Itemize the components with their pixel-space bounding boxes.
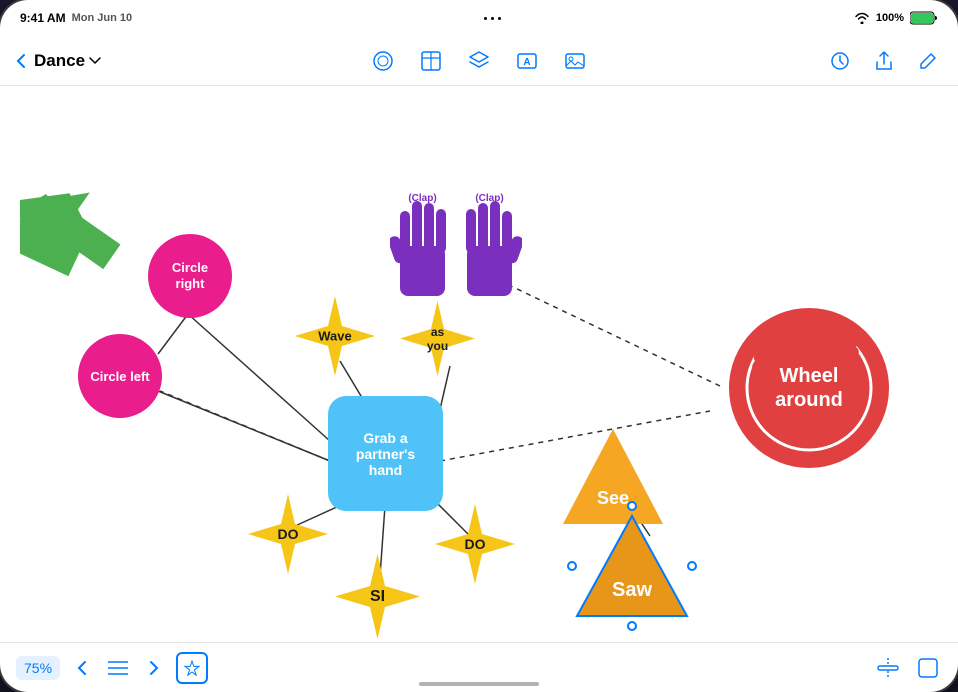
table-tool-icon[interactable] — [417, 47, 445, 75]
handle-left[interactable] — [567, 561, 577, 571]
document-title[interactable]: Dance — [34, 51, 101, 71]
wave-shape[interactable]: Wave — [295, 296, 375, 376]
toolbar: Dance A — [0, 36, 958, 86]
shape-tool-icon[interactable] — [369, 47, 397, 75]
image-tool-icon[interactable] — [561, 47, 589, 75]
saw-shape[interactable]: Saw — [572, 506, 692, 626]
handle-top[interactable] — [627, 501, 637, 511]
do-left-label: DO — [278, 526, 299, 542]
bottom-left: 75% — [16, 652, 208, 684]
battery-icon — [910, 11, 938, 25]
right-hand: (Clap) — [457, 191, 522, 311]
wave-label: Wave — [318, 329, 351, 344]
text-tool-icon[interactable]: A — [513, 47, 541, 75]
do-right-label: DO — [465, 536, 486, 552]
canvas-area[interactable]: Circle right Circle left Wave asyou DO — [0, 86, 958, 642]
toolbar-center: A — [369, 47, 589, 75]
object-align-icon[interactable] — [874, 654, 902, 682]
center-shape[interactable]: Grab apartner'shand — [328, 396, 443, 511]
ipad-frame: 9:41 AM Mon Jun 10 100% — [0, 0, 958, 692]
time: 9:41 AM — [20, 11, 66, 25]
nav-next-button[interactable] — [140, 654, 168, 682]
clap-right-label: (Clap) — [475, 193, 503, 204]
status-left: 9:41 AM Mon Jun 10 — [20, 11, 132, 25]
fullscreen-icon[interactable] — [914, 654, 942, 682]
chevron-down-icon — [89, 57, 101, 65]
circle-left-shape[interactable]: Circle left — [78, 334, 162, 418]
toolbar-right — [826, 47, 942, 75]
hands-container[interactable]: (Clap) (Clap) — [390, 181, 540, 311]
home-indicator — [419, 682, 539, 686]
edit-icon[interactable] — [914, 47, 942, 75]
as-you-shape[interactable]: asyou — [400, 301, 475, 376]
nav-prev-button[interactable] — [68, 654, 96, 682]
left-hand: (Clap) — [390, 191, 455, 311]
handle-right[interactable] — [687, 561, 697, 571]
wheel-around-shape[interactable]: Wheel around — [725, 304, 893, 472]
do-left-shape[interactable]: DO — [248, 494, 328, 574]
clap-left-label: (Clap) — [408, 193, 436, 204]
date: Mon Jun 10 — [72, 12, 133, 24]
wifi-icon — [854, 12, 870, 24]
svg-text:around: around — [775, 389, 843, 411]
svg-text:A: A — [523, 57, 530, 68]
svg-text:Wheel: Wheel — [780, 365, 839, 387]
history-icon[interactable] — [826, 47, 854, 75]
battery: 100% — [876, 12, 904, 24]
zoom-level[interactable]: 75% — [16, 656, 60, 680]
do-right-shape[interactable]: DO — [435, 504, 515, 584]
bottom-right — [874, 654, 942, 682]
list-button[interactable] — [104, 654, 132, 682]
status-dots — [484, 17, 501, 20]
green-arrow-shape[interactable] — [20, 186, 130, 276]
as-you-label: asyou — [427, 325, 448, 353]
svg-text:See: See — [597, 488, 629, 508]
si-shape[interactable]: SI — [335, 554, 420, 639]
share-icon[interactable] — [870, 47, 898, 75]
si-label: SI — [370, 588, 385, 606]
status-right: 100% — [854, 11, 938, 25]
circle-right-shape[interactable]: Circle right — [148, 234, 232, 318]
handle-bottom[interactable] — [627, 621, 637, 631]
back-button[interactable] — [16, 53, 26, 69]
favorite-button[interactable] — [176, 652, 208, 684]
svg-text:Saw: Saw — [612, 579, 652, 601]
layers-tool-icon[interactable] — [465, 47, 493, 75]
status-bar: 9:41 AM Mon Jun 10 100% — [0, 0, 958, 36]
